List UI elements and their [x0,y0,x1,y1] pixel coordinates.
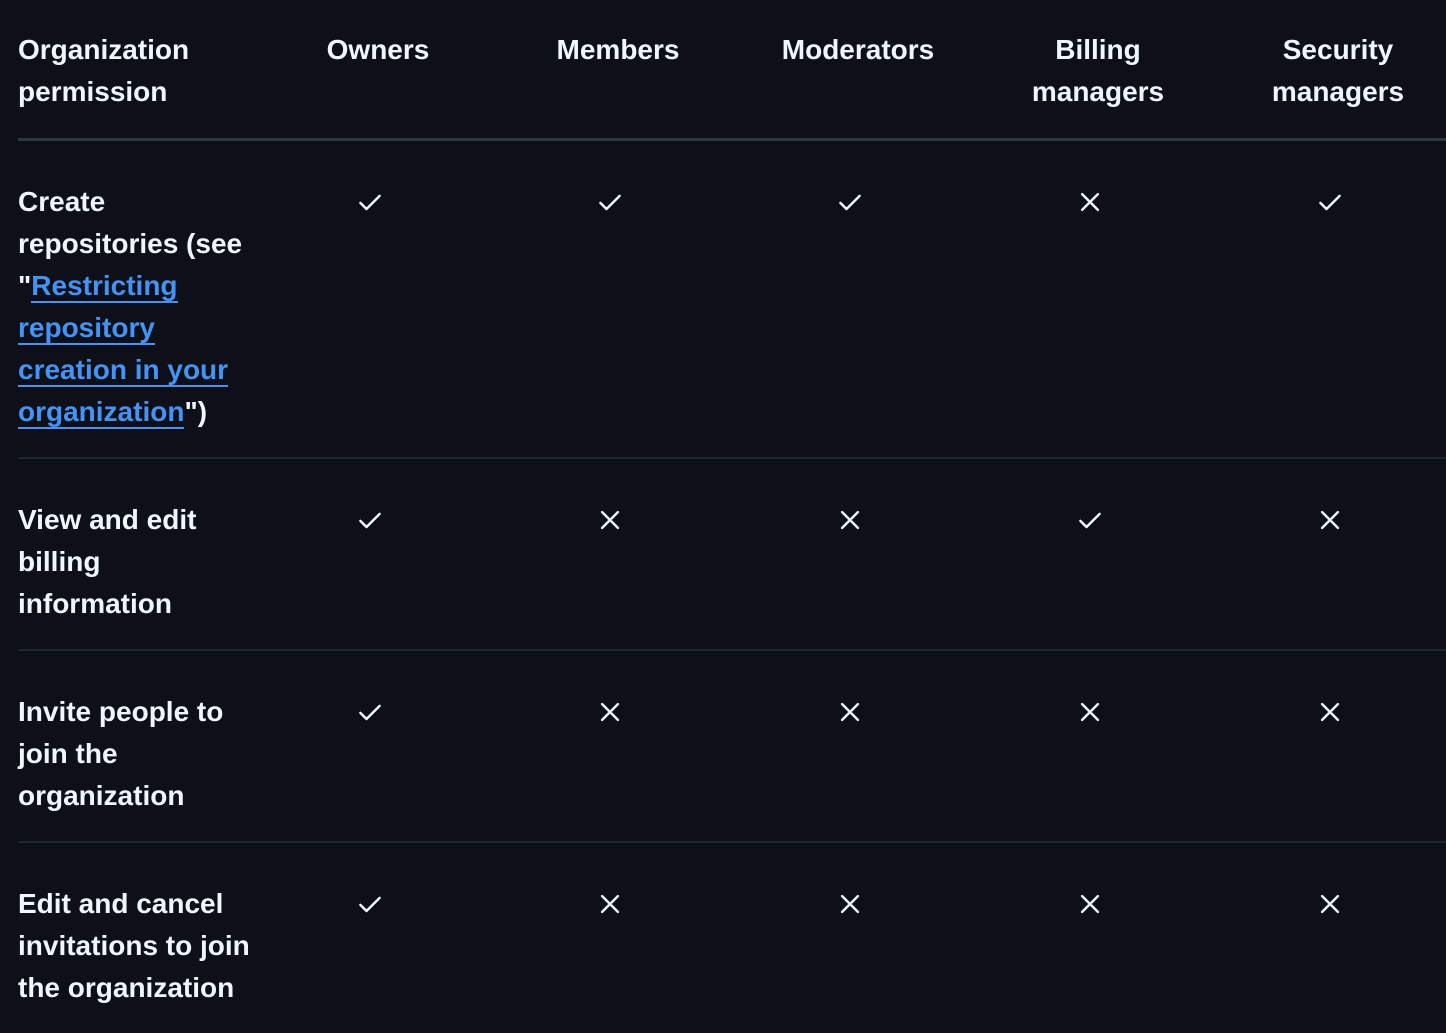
x-icon [596,698,624,726]
security-managers-cell [1218,650,1446,843]
x-icon [1316,698,1344,726]
x-icon [1076,188,1104,216]
table-row: Invite people to join the organization [18,650,1446,843]
moderators-cell [738,458,978,651]
moderators-cell [738,650,978,843]
table-row: View and edit billing information [18,458,1446,651]
header-moderators: Moderators [738,0,978,141]
members-cell [498,842,738,1033]
owners-cell [258,842,498,1033]
header-owners: Owners [258,0,498,141]
members-cell [498,139,738,459]
billing-managers-cell [978,458,1218,651]
owners-cell [258,139,498,459]
check-icon [356,188,384,216]
table-row: Create repositories (see "Restricting re… [18,139,1446,459]
permissions-table: Organization permission Owners Members M… [18,0,1446,1033]
table-row: Edit and cancel invitations to join the … [18,842,1446,1033]
moderators-cell [738,139,978,459]
owners-cell [258,650,498,843]
x-icon [836,506,864,534]
check-icon [356,890,384,918]
x-icon [1076,698,1104,726]
x-icon [836,890,864,918]
header-security-managers: Security managers [1218,0,1446,141]
billing-managers-cell [978,139,1218,459]
x-icon [836,698,864,726]
x-icon [596,506,624,534]
security-managers-cell [1218,139,1446,459]
x-icon [596,890,624,918]
permission-text-suffix: ") [184,396,208,427]
check-icon [1316,188,1344,216]
check-icon [836,188,864,216]
x-icon [1316,890,1344,918]
check-icon [356,506,384,534]
members-cell [498,650,738,843]
security-managers-cell [1218,842,1446,1033]
header-billing-managers: Billing managers [978,0,1218,141]
moderators-cell [738,842,978,1033]
security-managers-cell [1218,458,1446,651]
header-label: Billing managers [1031,34,1165,107]
header-members: Members [498,0,738,141]
owners-cell [258,458,498,651]
permission-cell: View and edit billing information [18,458,258,651]
permission-cell: Edit and cancel invitations to join the … [18,888,250,1003]
check-icon [596,188,624,216]
x-icon [1076,890,1104,918]
header-label: Organization permission [18,34,190,107]
check-icon [356,698,384,726]
permission-cell: Invite people to join the organization [18,650,258,843]
members-cell [498,458,738,651]
header-label: Security managers [1271,34,1405,107]
header-row: Organization permission Owners Members M… [18,0,1446,141]
permission-cell: Create repositories (see "Restricting re… [18,139,258,459]
billing-managers-cell [978,842,1218,1033]
header-organization-permission: Organization permission [18,0,258,141]
x-icon [1316,506,1344,534]
check-icon [1076,506,1104,534]
billing-managers-cell [978,650,1218,843]
